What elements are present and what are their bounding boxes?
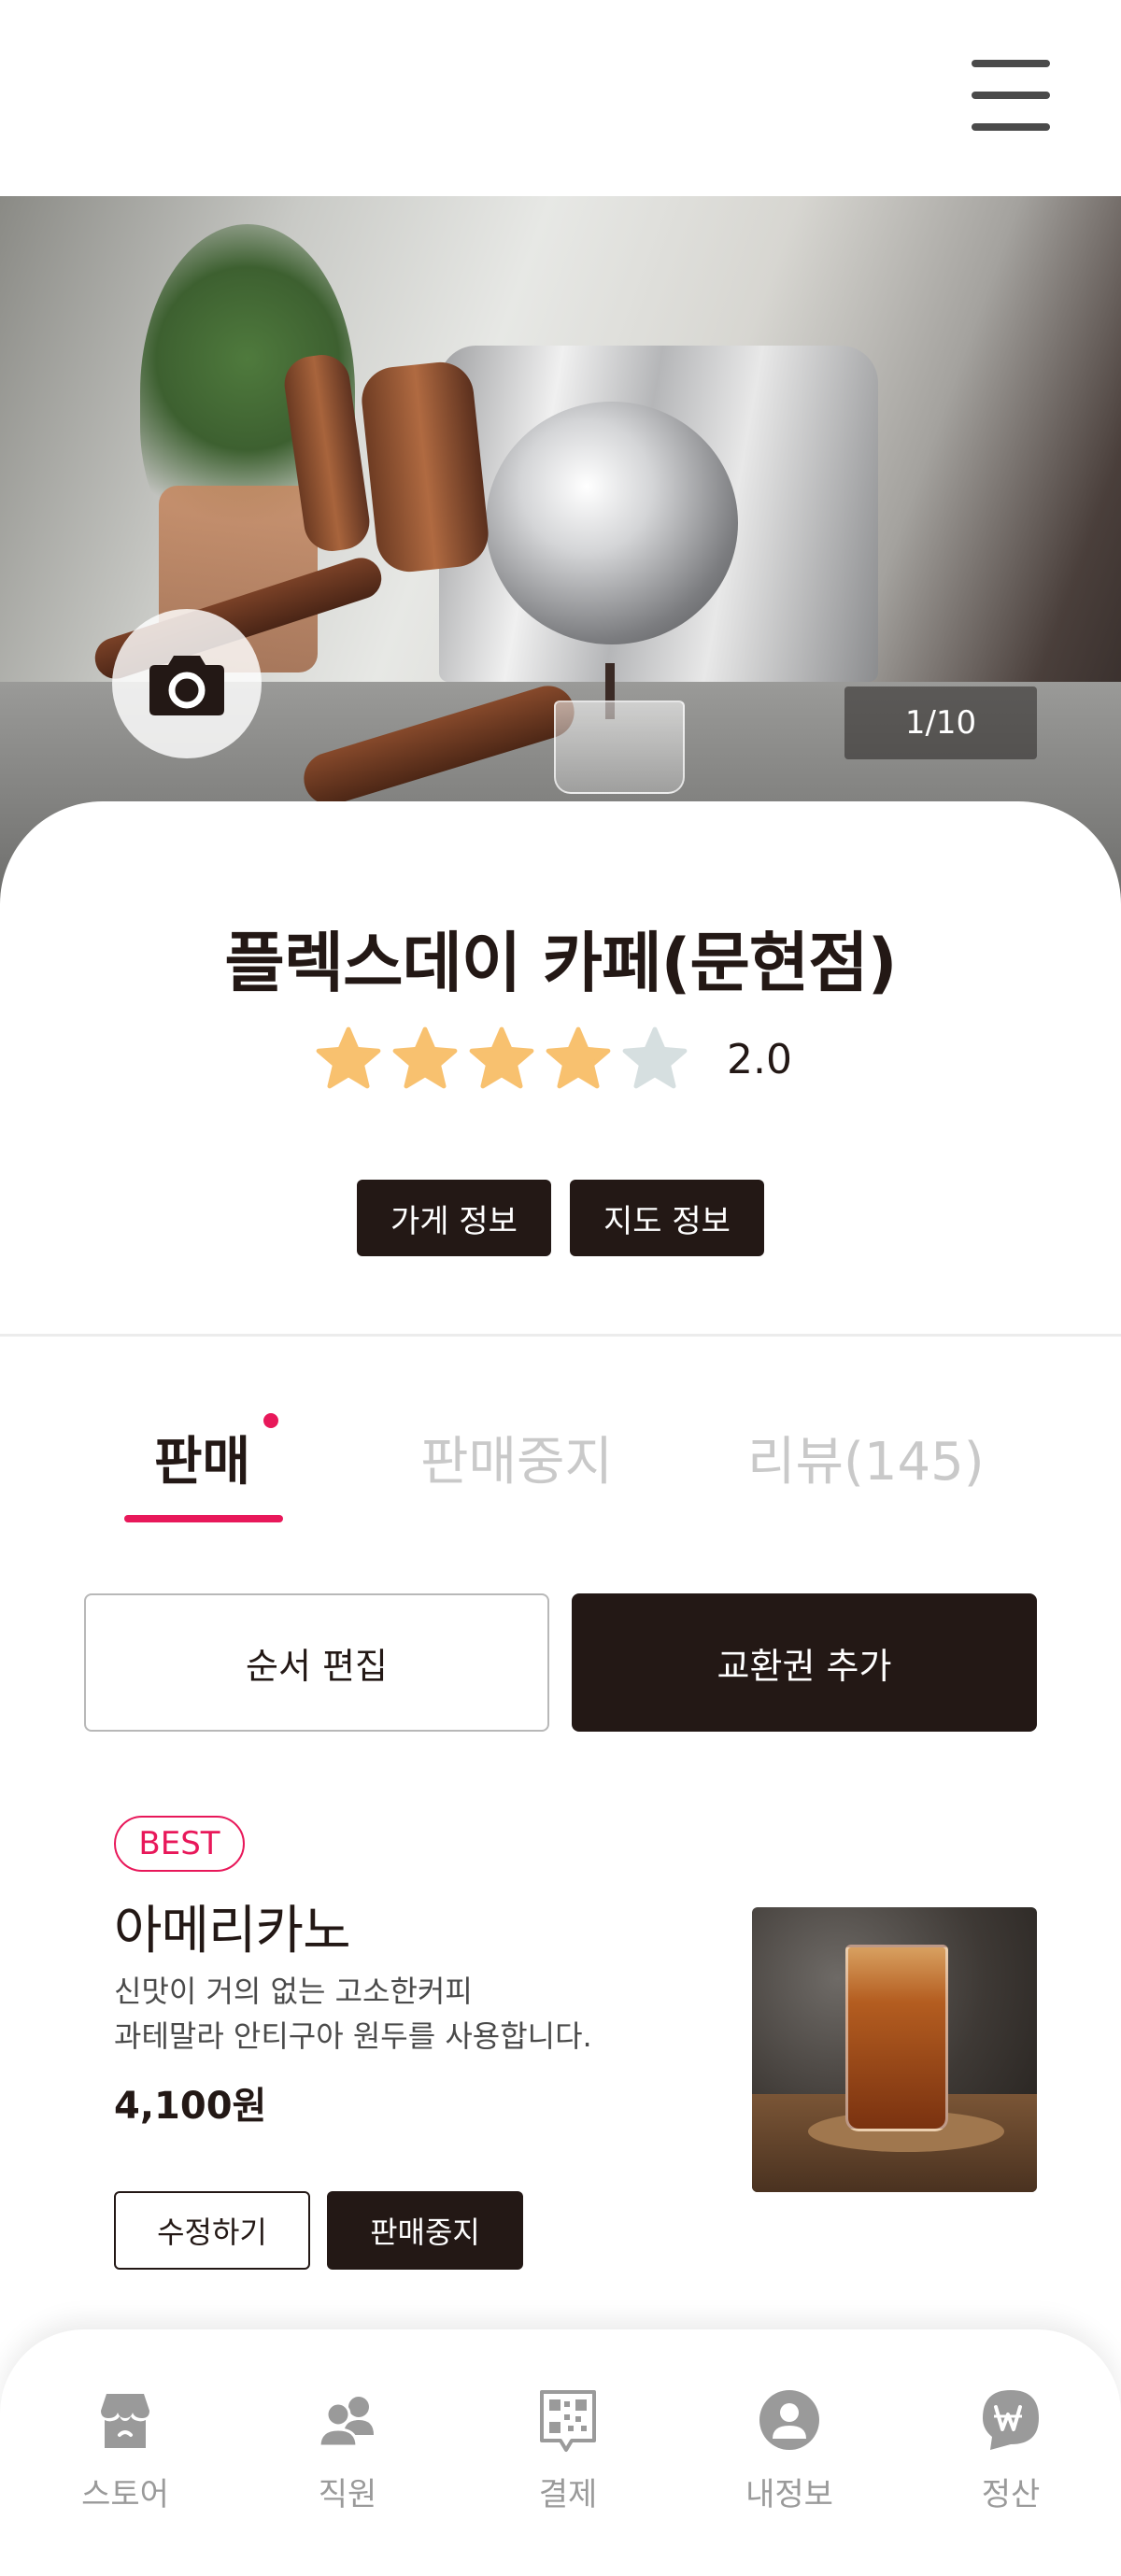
image-counter: 1/10 — [844, 686, 1037, 759]
store-title: 플렉스데이 카페(문현점) — [224, 925, 897, 1001]
camera-button[interactable] — [112, 609, 262, 758]
nav-item-settlement[interactable]: 정산 — [936, 2386, 1086, 2514]
edit-order-button[interactable]: 순서 편집 — [84, 1593, 549, 1732]
star-icon — [469, 1026, 534, 1089]
store-hero-image[interactable] — [0, 196, 1121, 906]
menu-item-photo[interactable] — [752, 1907, 1037, 2192]
nav-item-payment[interactable]: 결제 — [493, 2386, 643, 2514]
tab-reviews[interactable]: 리뷰(145) — [747, 1420, 985, 1495]
active-tab-underline — [124, 1515, 283, 1522]
rating-value: 2.0 — [727, 1035, 792, 1083]
store-info-button[interactable]: 가게 정보 — [357, 1180, 551, 1256]
stop-selling-button[interactable]: 판매중지 — [327, 2191, 523, 2270]
top-bar — [0, 0, 1121, 196]
menu-item-description-line: 과테말라 안티구아 원두를 사용합니다. — [114, 2018, 592, 2054]
qr-payment-icon — [540, 2390, 596, 2452]
new-indicator-dot — [263, 1413, 278, 1428]
store-icon — [101, 2394, 149, 2448]
edit-item-button[interactable]: 수정하기 — [114, 2191, 310, 2270]
won-settlement-icon — [983, 2390, 1039, 2450]
star-icon — [546, 1026, 611, 1089]
star-empty-icon — [622, 1026, 688, 1089]
add-voucher-button[interactable]: 교환권 추가 — [572, 1593, 1037, 1732]
nav-label: 직원 — [318, 2476, 377, 2513]
star-icon — [392, 1026, 458, 1089]
menu-item-price: 4,100원 — [114, 2085, 267, 2128]
best-badge: BEST — [114, 1816, 245, 1872]
menu-item-description: 신맛이 거의 없는 고소한커피 과테말라 안티구아 원두를 사용합니다. — [114, 1969, 592, 2059]
nav-label: 결제 — [538, 2476, 598, 2513]
tab-selling[interactable]: 판매 — [154, 1420, 250, 1495]
hamburger-menu-icon[interactable] — [968, 60, 1054, 131]
nav-item-staff[interactable]: 직원 — [273, 2386, 422, 2514]
profile-icon — [759, 2390, 819, 2450]
rating-stars: 2.0 — [314, 1026, 792, 1093]
nav-item-my-info[interactable]: 내정보 — [715, 2386, 864, 2514]
tab-stopped[interactable]: 판매중지 — [420, 1420, 613, 1495]
map-info-button[interactable]: 지도 정보 — [570, 1180, 764, 1256]
star-icon — [316, 1026, 381, 1089]
section-divider — [0, 1334, 1121, 1337]
nav-item-store[interactable]: 스토어 — [50, 2386, 200, 2514]
nav-label: 스토어 — [81, 2476, 169, 2513]
nav-label: 정산 — [981, 2476, 1041, 2513]
menu-item-description-line: 신맛이 거의 없는 고소한커피 — [114, 1974, 473, 2009]
menu-item-name: 아메리카노 — [114, 1901, 351, 1961]
camera-icon — [149, 656, 224, 715]
staff-icon — [318, 2397, 374, 2448]
nav-label: 내정보 — [745, 2476, 833, 2513]
